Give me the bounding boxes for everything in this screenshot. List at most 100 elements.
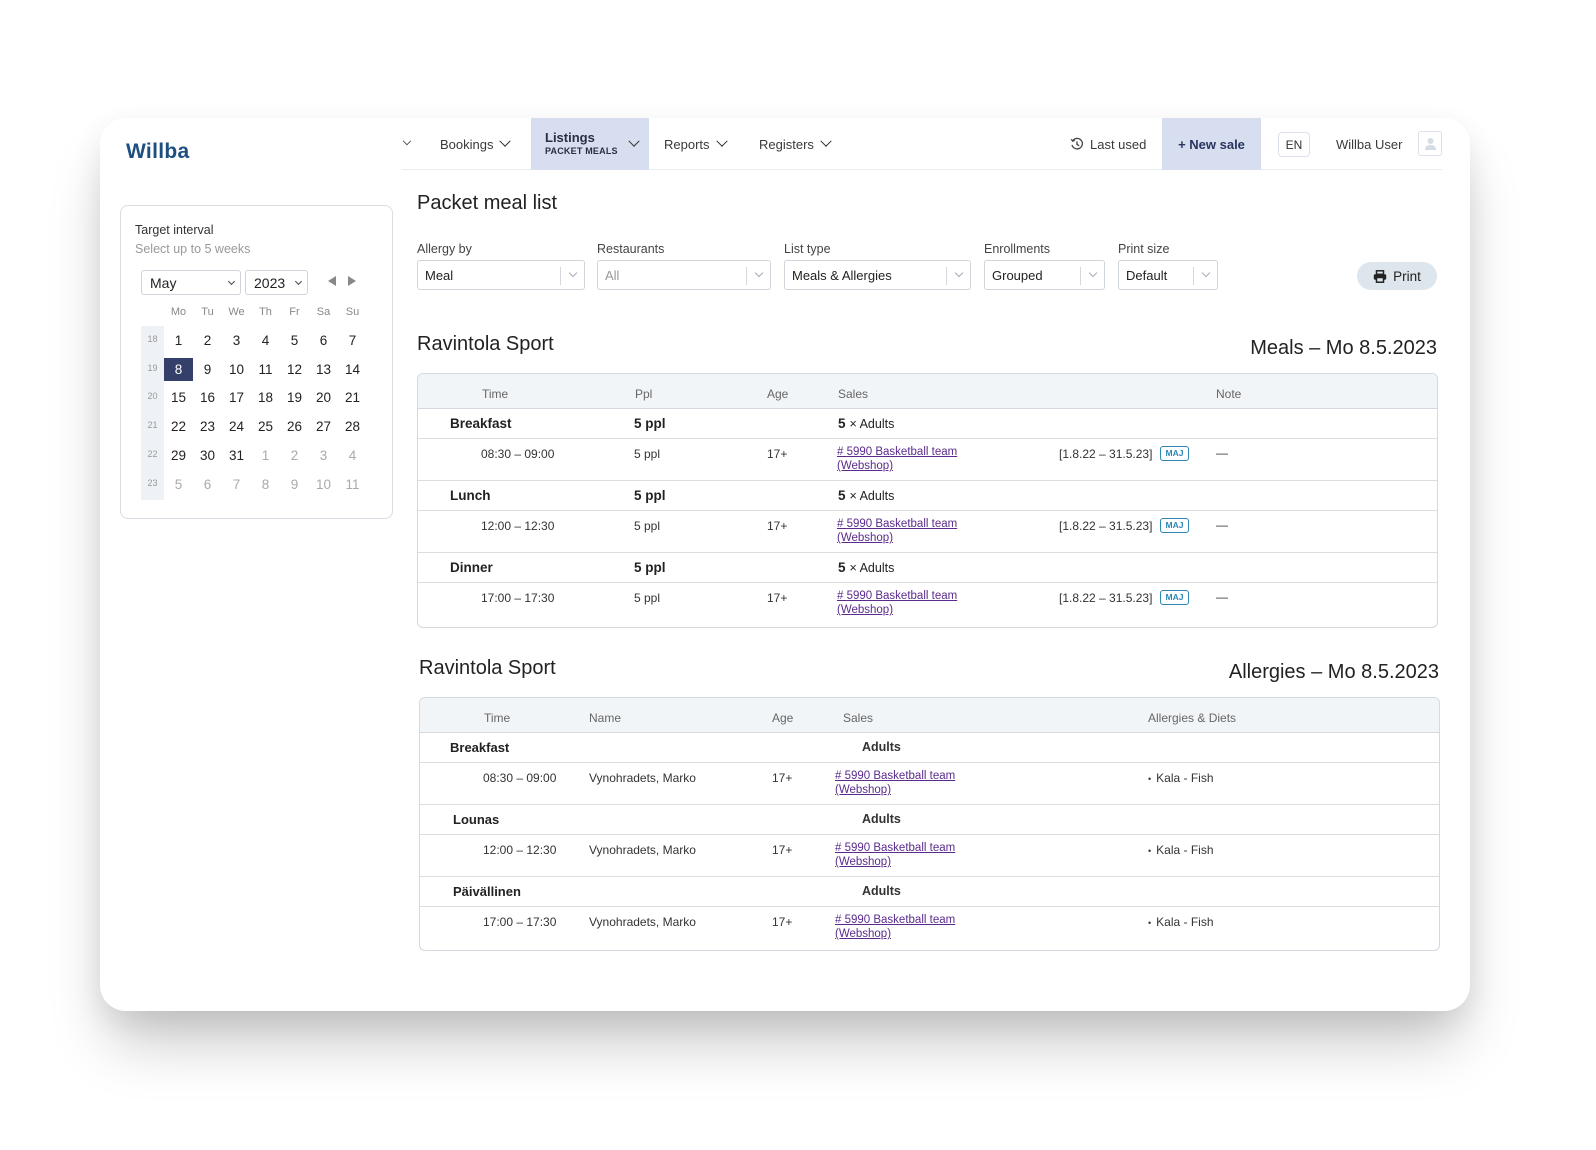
language-button[interactable]: EN — [1278, 132, 1310, 157]
calendar-day[interactable]: 10 — [222, 358, 251, 381]
nav-bookings[interactable]: Bookings — [440, 118, 512, 170]
calendar-day[interactable]: 9 — [193, 358, 222, 381]
sale-link[interactable]: # 5990 Basketball team (Webshop) — [835, 913, 955, 941]
calendar-day[interactable]: 9 — [280, 473, 309, 496]
sale-link[interactable]: # 5990 Basketball team (Webshop) — [837, 517, 957, 545]
avatar[interactable] — [1418, 131, 1442, 156]
top-nav: Bookings Listings PACKET MEALS Reports R… — [402, 118, 1442, 170]
meal-name: Lunch — [450, 488, 491, 503]
calendar-day[interactable]: 21 — [338, 386, 367, 409]
enrollments-select[interactable]: Grouped — [984, 260, 1105, 290]
pricing-badge: MAJ — [1160, 446, 1189, 461]
calendar-day[interactable]: 28 — [338, 415, 367, 438]
item-age: 17+ — [772, 771, 793, 785]
calendar-day[interactable]: 26 — [280, 415, 309, 438]
list-type-select[interactable]: Meals & Allergies — [784, 260, 971, 290]
chevron-down-icon — [954, 268, 964, 278]
user-name[interactable]: Willba User — [1336, 118, 1402, 170]
nav-reports[interactable]: Reports — [664, 118, 728, 170]
year-select[interactable]: 2023 — [245, 270, 308, 295]
calendar-day[interactable]: 13 — [309, 358, 338, 381]
calendar-day[interactable]: 30 — [193, 444, 222, 467]
calendar-day[interactable]: 10 — [309, 473, 338, 496]
calendar-day[interactable]: 25 — [251, 415, 280, 438]
allergy-group-row: Lounas Adults — [420, 805, 1439, 835]
calendar-day[interactable]: 12 — [280, 358, 309, 381]
chevron-down-icon — [628, 135, 640, 147]
week-number: 19 — [147, 362, 158, 373]
calendar-day[interactable]: 2 — [280, 444, 309, 467]
sale-link-line2: (Webshop) — [835, 784, 892, 796]
calendar-day[interactable]: 11 — [338, 473, 367, 496]
calendar-day[interactable]: 24 — [222, 415, 251, 438]
nav-collapsed-menu[interactable] — [402, 118, 412, 170]
meals-table-header: Time Ppl Age Sales Note — [418, 374, 1437, 409]
item-time: 17:00 – 17:30 — [481, 591, 555, 605]
print-size-value: Default — [1126, 267, 1168, 283]
calendar-day[interactable]: 1 — [164, 329, 193, 352]
calendar-day[interactable]: 15 — [164, 386, 193, 409]
calendar-day[interactable]: 3 — [309, 444, 338, 467]
calendar-day[interactable]: 3 — [222, 329, 251, 352]
calendar-day[interactable]: 31 — [222, 444, 251, 467]
calendar-day[interactable]: 16 — [193, 386, 222, 409]
nav-listings[interactable]: Listings PACKET MEALS — [531, 118, 649, 170]
item-age: 17+ — [772, 915, 793, 929]
col-sales: Sales — [838, 387, 869, 401]
allergy-by-select[interactable]: Meal — [417, 260, 585, 290]
col-time: Time — [482, 387, 509, 401]
calendar-day[interactable]: 7 — [338, 329, 367, 352]
print-button[interactable]: Print — [1357, 262, 1437, 290]
nav-registers[interactable]: Registers — [759, 118, 832, 170]
calendar-day[interactable]: 14 — [338, 358, 367, 381]
allergy-group-row: Breakfast Adults — [420, 733, 1439, 763]
calendar-day[interactable]: 6 — [309, 329, 338, 352]
sale-link-line2: (Webshop) — [837, 532, 894, 544]
calendar-day[interactable]: 23 — [193, 415, 222, 438]
month-select[interactable]: May — [141, 270, 241, 295]
calendar-day[interactable]: 2 — [193, 329, 222, 352]
prev-month-icon[interactable] — [328, 276, 336, 286]
new-sale-button[interactable]: + New sale — [1162, 118, 1261, 170]
calendar-day[interactable]: 5 — [280, 329, 309, 352]
willba-logo[interactable]: Willba — [126, 140, 189, 164]
sales-type: × Adults — [849, 489, 895, 503]
guest-name: Vynohradets, Marko — [589, 771, 696, 785]
calendar-day[interactable]: 11 — [251, 358, 280, 381]
sale-link[interactable]: # 5990 Basketball team (Webshop) — [835, 841, 955, 869]
calendar-day[interactable]: 6 — [193, 473, 222, 496]
last-used-button[interactable]: Last used — [1070, 118, 1146, 170]
sale-link[interactable]: # 5990 Basketball team (Webshop) — [835, 769, 955, 797]
target-interval-title: Target interval — [135, 223, 214, 237]
calendar-day[interactable]: 4 — [338, 444, 367, 467]
calendar-day[interactable]: 17 — [222, 386, 251, 409]
calendar-day[interactable]: 7 — [222, 473, 251, 496]
meal-name: Päivällinen — [453, 884, 521, 899]
item-ppl: 5 ppl — [634, 447, 661, 461]
calendar-day[interactable]: 19 — [280, 386, 309, 409]
col-note: Note — [1216, 387, 1242, 401]
allergy-by-label: Allergy by — [417, 242, 472, 256]
enrollments-value: Grouped — [992, 267, 1043, 283]
sale-link[interactable]: # 5990 Basketball team (Webshop) — [837, 445, 957, 473]
calendar-day[interactable]: 27 — [309, 415, 338, 438]
calendar-day[interactable]: 20 — [309, 386, 338, 409]
calendar-day-selected[interactable]: 8 — [164, 357, 193, 381]
restaurants-select[interactable]: All — [597, 260, 771, 290]
sales-type: Adults — [862, 884, 901, 898]
calendar-day[interactable]: 4 — [251, 329, 280, 352]
calendar-day[interactable]: 8 — [251, 473, 280, 496]
allergy-item: Kala - Fish — [1148, 771, 1213, 785]
nav-registers-label: Registers — [759, 136, 814, 152]
sale-link[interactable]: # 5990 Basketball team (Webshop) — [837, 589, 957, 617]
calendar-day[interactable]: 5 — [164, 473, 193, 496]
calendar-day[interactable]: 1 — [251, 444, 280, 467]
weekday-header: Tu — [201, 306, 214, 318]
calendar-day[interactable]: 29 — [164, 444, 193, 467]
calendar-day[interactable]: 18 — [251, 386, 280, 409]
next-month-icon[interactable] — [348, 276, 356, 286]
sales-count: 5 — [838, 488, 846, 503]
calendar-day[interactable]: 22 — [164, 415, 193, 438]
nav-bookings-label: Bookings — [440, 136, 494, 152]
print-size-select[interactable]: Default — [1118, 260, 1218, 290]
